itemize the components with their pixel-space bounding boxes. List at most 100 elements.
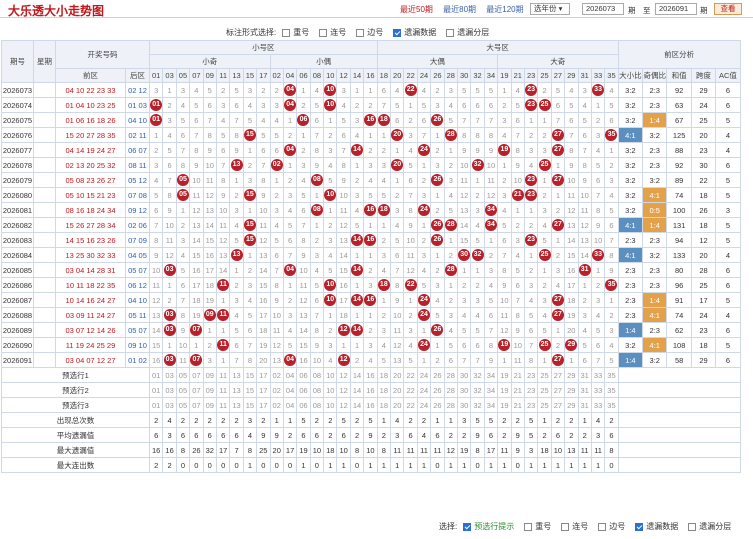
preselect-num[interactable]: 30: [457, 368, 470, 383]
checkbox[interactable]: [282, 29, 290, 37]
from-issue-input[interactable]: 2026073: [582, 3, 624, 15]
preselect-num[interactable]: 19: [498, 383, 511, 398]
preselect-num[interactable]: 29: [565, 383, 578, 398]
period-50[interactable]: 最近50期: [400, 5, 433, 14]
preselect-num[interactable]: 03: [163, 398, 176, 413]
preselect-num[interactable]: 26: [431, 368, 444, 383]
preselect-row[interactable]: 预选行2 01 03 05 07 09 11 13 15 17 02 04 06 08 10 12 14 16 18…: [2, 383, 741, 398]
preselect-num[interactable]: 08: [310, 383, 323, 398]
preselect-num[interactable]: 10: [324, 368, 337, 383]
preselect-num[interactable]: 02: [270, 383, 283, 398]
preselect-num[interactable]: 05: [176, 398, 189, 413]
preselect-num[interactable]: 24: [417, 383, 430, 398]
preselect-num[interactable]: 35: [605, 368, 618, 383]
preselect-num[interactable]: 03: [163, 368, 176, 383]
preselect-num[interactable]: 26: [431, 398, 444, 413]
preselect-num[interactable]: 30: [457, 383, 470, 398]
preselect-num[interactable]: 11: [216, 383, 229, 398]
preselect-num[interactable]: 18: [377, 368, 390, 383]
preselect-num[interactable]: 12: [337, 368, 350, 383]
checkbox[interactable]: [688, 523, 696, 531]
preselect-num[interactable]: 27: [551, 383, 564, 398]
preselect-num[interactable]: 18: [377, 398, 390, 413]
preselect-num[interactable]: 33: [591, 368, 604, 383]
preselect-num[interactable]: 01: [150, 398, 163, 413]
preselect-num[interactable]: 20: [391, 368, 404, 383]
preselect-num[interactable]: 06: [297, 398, 310, 413]
period-80[interactable]: 最近80期: [443, 5, 476, 14]
preselect-num[interactable]: 19: [498, 398, 511, 413]
preselect-num[interactable]: 31: [578, 398, 591, 413]
preselect-num[interactable]: 29: [565, 398, 578, 413]
preselect-num[interactable]: 21: [511, 383, 524, 398]
period-120[interactable]: 最近120期: [486, 5, 523, 14]
preselect-num[interactable]: 01: [150, 368, 163, 383]
preselect-num[interactable]: 04: [283, 368, 296, 383]
preselect-num[interactable]: 15: [243, 398, 256, 413]
preselect-num[interactable]: 14: [350, 383, 363, 398]
preselect-num[interactable]: 22: [404, 383, 417, 398]
preselect-num[interactable]: 13: [230, 383, 243, 398]
preselect-row[interactable]: 预选行1 01 03 05 07 09 11 13 15 17 02 04 06 08 10 12 14 16 18…: [2, 368, 741, 383]
preselect-num[interactable]: 08: [310, 398, 323, 413]
checkbox[interactable]: [524, 523, 532, 531]
preselect-num[interactable]: 13: [230, 368, 243, 383]
preselect-num[interactable]: 22: [404, 398, 417, 413]
preselect-num[interactable]: 02: [270, 368, 283, 383]
preselect-num[interactable]: 06: [297, 383, 310, 398]
preselect-num[interactable]: 12: [337, 383, 350, 398]
checkbox[interactable]: [356, 29, 364, 37]
preselect-num[interactable]: 07: [190, 383, 203, 398]
preselect-num[interactable]: 14: [350, 368, 363, 383]
preselect-num[interactable]: 04: [283, 383, 296, 398]
preselect-num[interactable]: 25: [538, 368, 551, 383]
opt-miss-data[interactable]: 遗漏数据: [393, 27, 436, 38]
preselect-num[interactable]: 34: [484, 368, 497, 383]
preselect-num[interactable]: 31: [578, 383, 591, 398]
preselect-num[interactable]: 32: [471, 398, 484, 413]
preselect-row[interactable]: 预选行3 01 03 05 07 09 11 13 15 17 02 04 06 08 10 12 14 16 18…: [2, 398, 741, 413]
checkbox[interactable]: [319, 29, 327, 37]
preselect-num[interactable]: 34: [484, 398, 497, 413]
preselect-num[interactable]: 32: [471, 383, 484, 398]
checkbox[interactable]: [598, 523, 606, 531]
preselect-num[interactable]: 21: [511, 398, 524, 413]
year-select[interactable]: 选年份 ▾: [530, 3, 570, 15]
preselect-num[interactable]: 12: [337, 398, 350, 413]
checkbox[interactable]: [463, 523, 471, 531]
preselect-num[interactable]: 16: [364, 383, 377, 398]
preselect-num[interactable]: 06: [297, 368, 310, 383]
preselect-num[interactable]: 17: [257, 383, 270, 398]
preselect-num[interactable]: 31: [578, 368, 591, 383]
preselect-num[interactable]: 16: [364, 368, 377, 383]
checkbox[interactable]: [635, 523, 643, 531]
query-button[interactable]: 查看: [714, 3, 742, 15]
preselect-num[interactable]: 25: [538, 398, 551, 413]
preselect-num[interactable]: 34: [484, 383, 497, 398]
preselect-num[interactable]: 21: [511, 368, 524, 383]
footer-pre-hint[interactable]: 预选行提示: [463, 521, 514, 532]
preselect-num[interactable]: 15: [243, 368, 256, 383]
preselect-num[interactable]: 18: [377, 383, 390, 398]
preselect-num[interactable]: 25: [538, 383, 551, 398]
preselect-num[interactable]: 16: [364, 398, 377, 413]
preselect-num[interactable]: 27: [551, 368, 564, 383]
checkbox[interactable]: [393, 29, 401, 37]
preselect-num[interactable]: 07: [190, 368, 203, 383]
preselect-num[interactable]: 30: [457, 398, 470, 413]
footer-edge[interactable]: 边号: [598, 521, 625, 532]
preselect-num[interactable]: 09: [203, 383, 216, 398]
preselect-num[interactable]: 20: [391, 383, 404, 398]
preselect-num[interactable]: 35: [605, 383, 618, 398]
preselect-num[interactable]: 05: [176, 368, 189, 383]
preselect-num[interactable]: 11: [216, 368, 229, 383]
opt-consecutive[interactable]: 连号: [319, 27, 346, 38]
preselect-num[interactable]: 19: [498, 368, 511, 383]
footer-miss-data[interactable]: 遗漏数据: [635, 521, 678, 532]
opt-edge[interactable]: 边号: [356, 27, 383, 38]
preselect-num[interactable]: 10: [324, 383, 337, 398]
footer-repeat[interactable]: 重号: [524, 521, 551, 532]
preselect-num[interactable]: 10: [324, 398, 337, 413]
preselect-num[interactable]: 28: [444, 368, 457, 383]
opt-repeat[interactable]: 重号: [282, 27, 309, 38]
